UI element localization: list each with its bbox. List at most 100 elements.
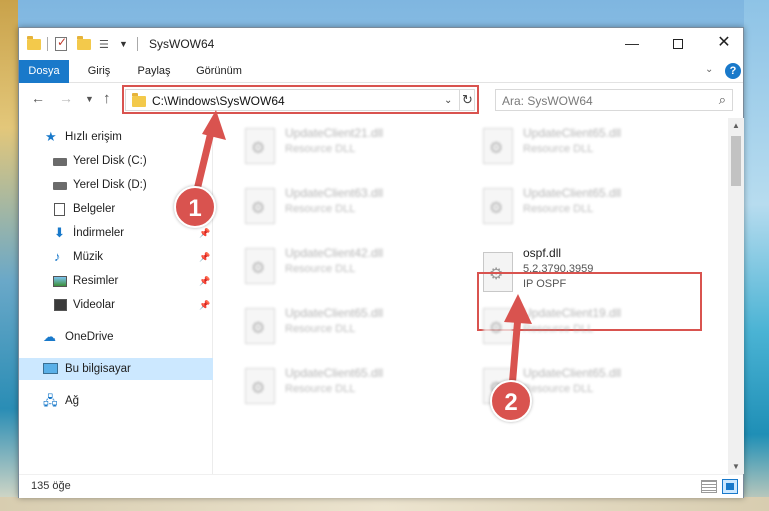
dll-file-icon: ⚙: [483, 128, 513, 164]
cloud-icon: ☁: [43, 329, 56, 344]
sidebar-item-onedrive[interactable]: ☁ OneDrive: [19, 326, 213, 348]
vertical-scrollbar[interactable]: ▲ ▼: [728, 118, 744, 474]
dll-file-icon: ⚙: [245, 188, 275, 224]
file-name: ospf.dll: [523, 246, 562, 260]
customize-quick-access-icon[interactable]: ☰: [99, 35, 109, 53]
step-badge-2: 2: [490, 380, 532, 422]
forward-arrow-icon[interactable]: →: [59, 90, 73, 106]
star-icon: ★: [45, 129, 57, 144]
desktop-background-bottom: [0, 497, 769, 511]
file-item[interactable]: ⚙ UpdateClient42.dll Resource DLL: [215, 242, 415, 286]
sidebar-item-label: Yerel Disk (C:): [73, 155, 147, 167]
status-bar: 135 öğe: [19, 474, 743, 498]
file-item[interactable]: ⚙ UpdateClient65.dll Resource DLL: [453, 362, 653, 406]
sidebar-item-label: Belgeler: [73, 203, 116, 215]
tab-share[interactable]: Paylaş: [129, 60, 179, 83]
desktop-background-right: [744, 0, 769, 511]
file-item[interactable]: ⚙ UpdateClient21.dll Resource DLL: [215, 122, 415, 166]
help-icon[interactable]: ?: [725, 63, 741, 79]
search-box[interactable]: Ara: SysWOW64 ⌕: [495, 89, 733, 111]
file-item[interactable]: ⚙ UpdateClient65.dll Resource DLL: [215, 302, 415, 346]
up-arrow-icon[interactable]: ↑: [103, 90, 111, 107]
item-count: 135 öğe: [31, 480, 71, 492]
recent-locations-icon[interactable]: ▼: [85, 94, 94, 104]
pin-icon[interactable]: 📌: [199, 294, 210, 316]
sidebar-item-label: OneDrive: [65, 331, 114, 343]
new-folder-icon[interactable]: [77, 35, 91, 53]
file-description: Resource DLL: [285, 323, 356, 335]
pin-icon[interactable]: 📌: [199, 246, 210, 268]
title-separator: [137, 37, 138, 51]
file-description: Resource DLL: [523, 203, 594, 215]
file-name: UpdateClient65.dll: [285, 306, 384, 320]
pin-icon[interactable]: 📌: [199, 270, 210, 292]
navigation-bar: ← → ▼ ↑ C:\Windows\SysWOW64 ⌄ ↻ Ara: Sys…: [19, 84, 743, 116]
dll-file-icon: ⚙: [245, 248, 275, 284]
tab-file[interactable]: Dosya: [19, 60, 69, 83]
sidebar-item-network[interactable]: 🖧 Ağ: [19, 390, 213, 412]
download-arrow-icon: ⬇: [54, 225, 65, 240]
file-name: UpdateClient65.dll: [285, 366, 384, 380]
file-explorer-window: ☰ ▼ SysWOW64 — ✕ Dosya Giriş Paylaş Görü…: [18, 27, 744, 498]
file-name: UpdateClient65.dll: [523, 186, 622, 200]
annotation-arrow-2: [504, 294, 532, 392]
file-item[interactable]: ⚙ UpdateClient65.dll Resource DLL: [215, 362, 415, 406]
sidebar-item-music[interactable]: ♪ Müzik 📌: [19, 246, 213, 268]
sidebar-item-label: Bu bilgisayar: [65, 363, 131, 375]
quick-access-separator: [47, 37, 48, 51]
video-icon: [54, 294, 67, 318]
expand-ribbon-icon[interactable]: ⌄: [705, 64, 713, 75]
document-icon: [54, 198, 65, 223]
sidebar-item-label: İndirmeler: [73, 227, 125, 239]
sidebar-item-label: Ağ: [65, 395, 80, 407]
maximize-icon: [673, 39, 683, 50]
maximize-button[interactable]: [655, 28, 701, 58]
file-item[interactable]: ⚙ UpdateClient19.dll Resource DLL: [453, 302, 653, 346]
file-item[interactable]: ⚙ UpdateClient65.dll Resource DLL: [453, 122, 653, 166]
tab-view[interactable]: Görünüm: [189, 60, 249, 83]
sidebar-item-this-pc[interactable]: Bu bilgisayar: [19, 358, 213, 380]
file-name: UpdateClient65.dll: [523, 126, 622, 140]
file-description: Resource DLL: [285, 203, 356, 215]
tab-home[interactable]: Giriş: [79, 60, 119, 83]
disk-icon: [53, 150, 67, 173]
desktop-background-left: [0, 0, 18, 511]
search-icon[interactable]: ⌕: [719, 92, 726, 108]
dll-file-icon: ⚙: [245, 368, 275, 404]
file-name: UpdateClient63.dll: [285, 186, 384, 200]
dll-file-icon: ⚙: [245, 128, 275, 164]
scroll-thumb[interactable]: [731, 136, 741, 186]
quick-access-folder-icon[interactable]: [27, 35, 43, 53]
ribbon-tabs: Dosya Giriş Paylaş Görünüm ⌄ ?: [19, 60, 743, 83]
scroll-up-icon[interactable]: ▲: [732, 121, 740, 130]
scroll-down-icon[interactable]: ▼: [732, 462, 740, 471]
minimize-button[interactable]: —: [609, 28, 655, 58]
annotation-arrow-1: [192, 110, 226, 198]
file-item[interactable]: ⚙ UpdateClient65.dll Resource DLL: [453, 182, 653, 226]
file-description: Resource DLL: [523, 143, 594, 155]
sidebar-item-label: Resimler: [73, 275, 119, 287]
window-title: SysWOW64: [149, 37, 215, 51]
file-description: Resource DLL: [285, 143, 356, 155]
sidebar-item-pictures[interactable]: Resimler 📌: [19, 270, 213, 292]
file-list: ⚙ UpdateClient21.dll Resource DLL ⚙ Upda…: [215, 118, 727, 474]
search-placeholder: Ara: SysWOW64: [502, 94, 593, 108]
close-button[interactable]: ✕: [701, 28, 747, 58]
details-view-icon[interactable]: [701, 480, 717, 493]
sidebar-item-label: Hızlı erişim: [65, 131, 122, 143]
properties-check-icon[interactable]: [55, 35, 67, 53]
dll-file-icon: ⚙: [483, 188, 513, 224]
computer-icon: [43, 358, 58, 381]
file-description: Resource DLL: [285, 383, 356, 395]
sidebar-item-videos[interactable]: Videolar 📌: [19, 294, 213, 316]
picture-icon: [53, 270, 67, 294]
sidebar-item-label: Yerel Disk (D:): [73, 179, 147, 191]
file-name: UpdateClient42.dll: [285, 246, 384, 260]
chevron-down-icon[interactable]: ▼: [119, 35, 128, 53]
address-highlight-box: [122, 85, 479, 114]
file-item[interactable]: ⚙ UpdateClient63.dll Resource DLL: [215, 182, 415, 226]
tiles-view-icon[interactable]: [722, 479, 738, 494]
step-badge-1: 1: [174, 186, 216, 228]
sidebar-item-label: Müzik: [73, 251, 104, 263]
back-arrow-icon[interactable]: ←: [31, 90, 45, 106]
